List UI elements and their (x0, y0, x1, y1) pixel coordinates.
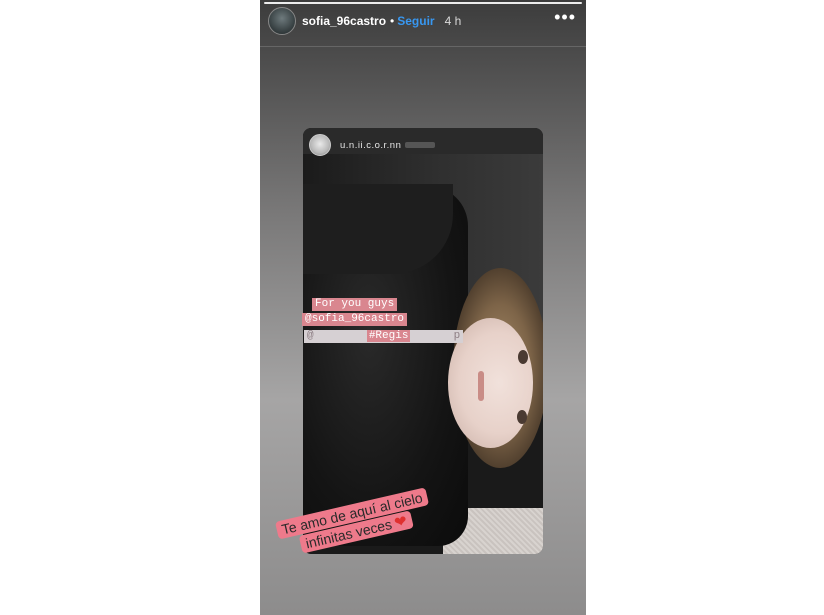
sticker-hashtag[interactable]: #Regis (366, 330, 411, 342)
sticker-text-for-you-guys: For you guys (312, 298, 398, 311)
sticker-mention[interactable]: @sofia_96castro (302, 313, 408, 326)
shared-username[interactable]: u.n.ii.c.o.r.nn (340, 140, 401, 151)
sticker-hashtag-line[interactable]: @ #Regis p (304, 330, 464, 343)
heart-icon: ❤ (392, 512, 409, 532)
redacted-text (405, 142, 436, 148)
story-header: sofia_96castro • Seguir 4 h ••• (260, 4, 586, 38)
avatar[interactable] (268, 7, 296, 35)
photo-eye (518, 350, 528, 364)
shared-post-user[interactable]: u.n.ii.c.o.r.nn (309, 134, 436, 156)
separator-dot: • (390, 14, 395, 28)
photo-mouth (478, 371, 484, 401)
header-divider (260, 46, 586, 47)
photo-eye (517, 410, 527, 424)
more-options-icon[interactable]: ••• (554, 8, 576, 26)
username[interactable]: sofia_96castro (302, 14, 386, 28)
follow-button[interactable]: Seguir (397, 14, 434, 28)
sticker-mention-prefix: @ (307, 330, 314, 342)
photo-hood (303, 184, 453, 274)
shared-avatar[interactable] (309, 134, 331, 156)
timestamp: 4 h (444, 14, 462, 28)
sticker-suffix: p (453, 330, 461, 342)
